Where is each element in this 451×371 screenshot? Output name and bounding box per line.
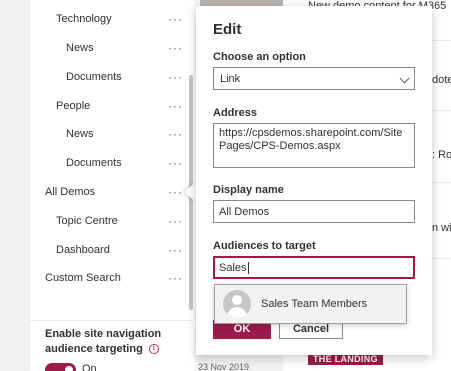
news-snippet: dote: [432, 74, 451, 86]
more-options-icon[interactable]: ···: [168, 70, 183, 84]
news-date: 23 Nov 2019: [198, 362, 250, 371]
audiences-label: Audiences to target: [213, 240, 316, 252]
more-options-icon[interactable]: ···: [168, 12, 183, 26]
audiences-value: Sales: [219, 262, 247, 274]
more-options-icon[interactable]: ···: [168, 156, 183, 170]
nav-item-documents[interactable]: Documents: [66, 71, 122, 83]
more-options-icon[interactable]: ···: [168, 243, 183, 257]
audience-targeting-toggle[interactable]: [45, 363, 76, 371]
toggle-state-label: On: [82, 363, 97, 371]
nav-item-news[interactable]: News: [66, 128, 94, 140]
info-icon[interactable]: i: [148, 344, 159, 355]
audience-targeting-label: Enable site navigation audience targetin…: [45, 327, 185, 357]
avatar-body: [227, 307, 247, 318]
news-snippet: : Ro: [432, 149, 451, 161]
chevron-down-icon: [399, 73, 410, 84]
nav-item-all-demos[interactable]: All Demos: [45, 186, 95, 198]
address-label: Address: [213, 107, 258, 119]
audiences-input[interactable]: Sales: [213, 256, 415, 279]
nav-item-people[interactable]: People: [56, 100, 90, 112]
link-type-select[interactable]: Link: [213, 67, 415, 90]
people-picker-suggestion[interactable]: Sales Team Members: [214, 284, 407, 324]
dialog-title: Edit: [213, 21, 242, 38]
more-options-icon[interactable]: ···: [168, 271, 183, 285]
avatar-icon: [223, 290, 251, 318]
nav-item-technology[interactable]: Technology: [56, 13, 112, 25]
text-caret: [247, 262, 249, 275]
more-options-icon[interactable]: ···: [168, 214, 183, 228]
nav-item-custom-search[interactable]: Custom Search: [45, 272, 121, 284]
more-options-icon[interactable]: ···: [168, 127, 183, 141]
audience-targeting-text: Enable site navigation audience targetin…: [45, 328, 162, 355]
select-value: Link: [220, 73, 241, 85]
more-options-icon[interactable]: ···: [168, 99, 183, 113]
option-label: Choose an option: [213, 51, 306, 63]
suggestion-label: Sales Team Members: [261, 298, 368, 310]
nav-divider: [30, 320, 193, 321]
news-snippet: n wit: [432, 222, 451, 234]
display-name-value: All Demos: [219, 206, 270, 218]
avatar-head: [232, 295, 242, 305]
address-field[interactable]: https://cpsdemos.sharepoint.com/SitePage…: [213, 123, 415, 168]
nav-item-dashboard[interactable]: Dashboard: [56, 244, 110, 256]
nav-item-topic-centre[interactable]: Topic Centre: [56, 215, 118, 227]
nav-item-documents[interactable]: Documents: [66, 157, 122, 169]
nav-item-news[interactable]: News: [66, 42, 94, 54]
display-name-field[interactable]: All Demos: [213, 200, 415, 223]
more-options-icon[interactable]: ···: [168, 185, 183, 199]
more-options-icon[interactable]: ···: [168, 41, 183, 55]
display-name-label: Display name: [213, 184, 284, 196]
